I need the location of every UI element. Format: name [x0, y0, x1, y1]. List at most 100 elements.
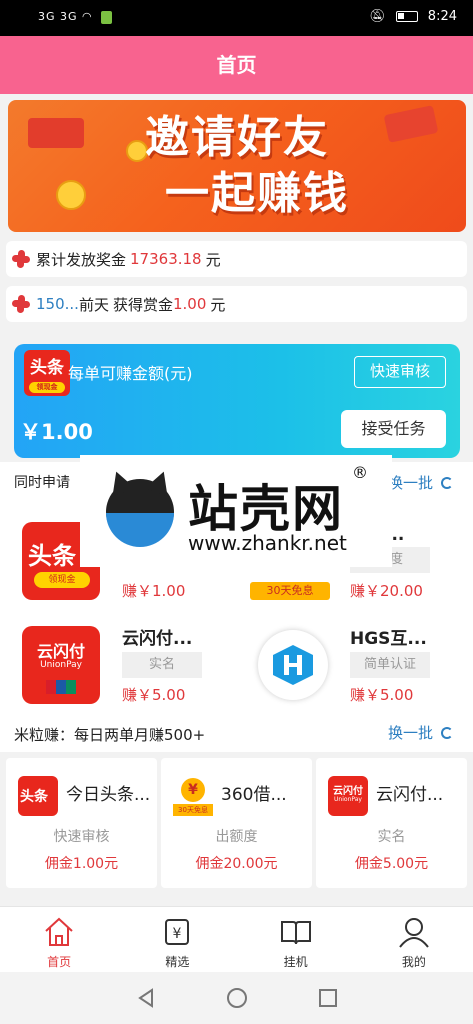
refresh-icon — [441, 726, 454, 739]
signal-indicators: 3G 3G ◠ — [38, 10, 113, 24]
item-tag: 简单认证 — [350, 652, 430, 678]
total-value: 17363.18 — [130, 250, 202, 268]
unionpay-logo: 云闪付 UnionPay — [328, 776, 368, 816]
task-card-small[interactable]: 云闪付 UnionPay 云闪付... 实名 佣金5.00元 — [316, 758, 467, 888]
invite-banner[interactable]: 邀请好友 一起赚钱 — [8, 100, 466, 232]
hgs-logo — [258, 630, 328, 700]
tab-hangup[interactable]: 挂机 — [237, 907, 355, 972]
item-name: HGS互... — [350, 629, 427, 649]
recent-value: 1.00 — [172, 295, 207, 313]
logo-sub: 领现金 — [34, 572, 90, 588]
section2-refresh-button[interactable]: 换一批 — [388, 722, 454, 743]
section1-title: 同时申请 — [14, 475, 70, 491]
watermark: 站壳网 ® www.zhankr.net — [80, 455, 392, 567]
apply-item[interactable]: 云闪付 UnionPay 云闪付... 实名 赚￥5.00 — [18, 622, 228, 712]
page-title: 首页 — [0, 36, 473, 94]
item-tag: 实名 — [122, 652, 202, 678]
item-name: 云闪付... — [122, 629, 193, 649]
home-circle-icon[interactable] — [225, 986, 249, 1010]
recent-user: 150... — [36, 295, 79, 313]
task-card-small[interactable]: 头条 今日头条... 快速审核 佣金1.00元 — [6, 758, 157, 888]
total-unit: 元 — [205, 250, 221, 269]
logo-text: 头条 — [30, 358, 64, 378]
refresh-label: 换一批 — [388, 724, 434, 742]
toutiao-logo: 头条 — [18, 776, 58, 816]
logo-text: 30天免息 — [250, 582, 330, 600]
logo-sub: 30天免息 — [173, 804, 213, 816]
refresh-icon — [441, 476, 454, 489]
watermark-url: www.zhankr.net — [188, 531, 347, 555]
logo-text: 云闪付 — [36, 642, 85, 661]
recent-time: 前天 — [78, 295, 109, 314]
tab-featured[interactable]: ¥ 精选 — [118, 907, 236, 972]
wifi-icon: ◠ — [82, 10, 93, 23]
refresh-label: 换一批 — [388, 474, 434, 492]
banner-line-2: 一起赚钱 — [165, 168, 349, 219]
logo-text: 头条 — [28, 542, 76, 570]
card-name: 今日头条... — [66, 785, 151, 805]
user-icon — [399, 918, 429, 948]
logo-text: 头条 — [20, 789, 48, 805]
recent-label: 获得赏金 — [112, 295, 173, 314]
fast-review-button[interactable]: 快速审核 — [354, 356, 446, 388]
battery-saver-icon — [101, 10, 113, 24]
section2-title: 米粒赚：每日两单月赚500+ — [14, 726, 206, 744]
card-fee: 佣金5.00元 — [354, 856, 429, 872]
logo-text: ¥ — [181, 778, 205, 802]
clock: 8:24 — [427, 9, 457, 24]
pinwheel-icon — [12, 250, 30, 268]
apply-item[interactable]: HGS互... 简单认证 赚￥5.00 — [246, 622, 460, 712]
signal-text: 3G 3G — [38, 10, 78, 23]
tab-label: 我的 — [401, 955, 426, 969]
logo-sub: UnionPay — [334, 796, 362, 803]
total-label: 累计发放奖金 — [36, 250, 127, 269]
tab-label: 精选 — [165, 955, 190, 969]
recent-unit: 元 — [210, 295, 226, 314]
card-fee: 佣金20.00元 — [195, 856, 278, 872]
item-earn: 赚￥20.00 — [350, 582, 423, 600]
card-fee: 佣金1.00元 — [44, 856, 119, 872]
tab-bar: 首页 ¥ 精选 挂机 我的 — [0, 906, 473, 972]
system-nav-bar — [0, 972, 473, 1024]
recent-payout-row: 150... 前天 获得赏金 1.00 元 — [6, 286, 467, 322]
accept-task-button[interactable]: 接受任务 — [341, 410, 446, 448]
item-earn: 赚￥1.00 — [122, 582, 186, 600]
card-tag: 出额度 — [215, 829, 258, 845]
unionpay-logo: 云闪付 UnionPay — [22, 626, 100, 704]
tab-label: 首页 — [47, 955, 72, 969]
banner-line-1: 邀请好友 — [145, 112, 329, 163]
mute-icon: 🔕︎ — [369, 9, 386, 24]
tab-mine[interactable]: 我的 — [355, 907, 473, 972]
logo-sub: 领现金 — [29, 382, 65, 393]
task-card: 头条 领现金 每单可赚金额(元) 快速审核 ￥1.00 接受任务 — [14, 344, 460, 458]
item-earn: 赚￥5.00 — [350, 686, 414, 704]
unionpay-card-icon — [46, 680, 76, 694]
logo-sub: UnionPay — [40, 660, 82, 670]
status-bar: 3G 3G ◠ 🔕︎ 8:24 — [0, 0, 473, 36]
back-icon[interactable] — [134, 986, 158, 1010]
home-icon — [45, 917, 73, 946]
registered-mark: ® — [352, 463, 368, 482]
svg-text:¥: ¥ — [173, 926, 182, 942]
logo-text: 云闪付 — [333, 786, 363, 797]
yen-box-icon: ¥ — [165, 919, 190, 945]
item-earn: 赚￥5.00 — [122, 686, 186, 704]
section1-refresh-button[interactable]: 换一批 — [388, 472, 454, 493]
loan-logo: ¥ 30天免息 — [173, 776, 213, 816]
card-tag: 实名 — [377, 829, 406, 845]
earn-label: 每单可赚金额(元) — [68, 364, 193, 383]
pinwheel-icon — [12, 295, 30, 313]
tab-home[interactable]: 首页 — [0, 907, 118, 972]
total-payout-row: 累计发放奖金 17363.18 元 — [6, 241, 467, 277]
battery-icon — [395, 11, 418, 22]
task-card-small[interactable]: ¥ 30天免息 360借... 出额度 佣金20.00元 — [161, 758, 312, 888]
tab-label: 挂机 — [283, 955, 308, 969]
card-name: 360借... — [221, 785, 287, 805]
recents-icon[interactable] — [316, 986, 340, 1010]
water-logo-icon — [106, 513, 174, 547]
banner-text: 邀请好友 一起赚钱 — [8, 100, 466, 232]
card-name: 云闪付... — [376, 785, 444, 805]
card-tag: 快速审核 — [53, 829, 110, 845]
toutiao-logo: 头条 领现金 — [24, 350, 70, 396]
earn-amount: ￥1.00 — [20, 420, 93, 444]
